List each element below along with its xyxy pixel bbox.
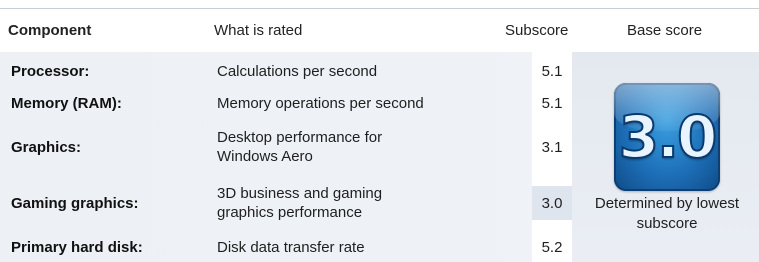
row-subscore: 3.0	[541, 194, 563, 212]
base-score-note: Determined by lowest subscore	[594, 195, 740, 232]
row-what-is-rated: Calculations per second	[217, 62, 378, 80]
row-component: Primary hard disk:	[11, 238, 143, 256]
table-row: Primary hard disk: Disk data transfer ra…	[0, 232, 759, 262]
row-component: Memory (RAM):	[11, 94, 122, 112]
row-what-is-rated: Memory operations per second	[217, 94, 424, 112]
table-row: Processor: Calculations per second 5.1	[0, 56, 759, 86]
windows-experience-index-badge-icon: 3.0	[614, 83, 720, 191]
row-component: Processor:	[11, 62, 90, 80]
row-component: Graphics:	[11, 138, 82, 156]
row-subscore: 5.1	[541, 62, 563, 80]
header-component: Component	[8, 22, 92, 39]
table-header: Component What is rated Subscore Base sc…	[0, 9, 759, 52]
row-what-is-rated: Desktop performance for Windows Aero	[217, 129, 383, 165]
experience-index-table: Component What is rated Subscore Base sc…	[0, 0, 759, 262]
header-base-score: Base score	[627, 22, 703, 39]
row-component: Gaming graphics:	[11, 194, 139, 212]
row-what-is-rated: 3D business and gaming graphics performa…	[217, 185, 383, 221]
base-score-value: 3.0	[618, 102, 719, 172]
header-subscore: Subscore	[505, 22, 569, 39]
header-what-is-rated: What is rated	[214, 22, 303, 39]
row-subscore: 5.1	[541, 94, 563, 112]
row-subscore: 3.1	[541, 138, 563, 156]
row-what-is-rated: Disk data transfer rate	[217, 238, 365, 256]
row-subscore: 5.2	[541, 238, 563, 256]
